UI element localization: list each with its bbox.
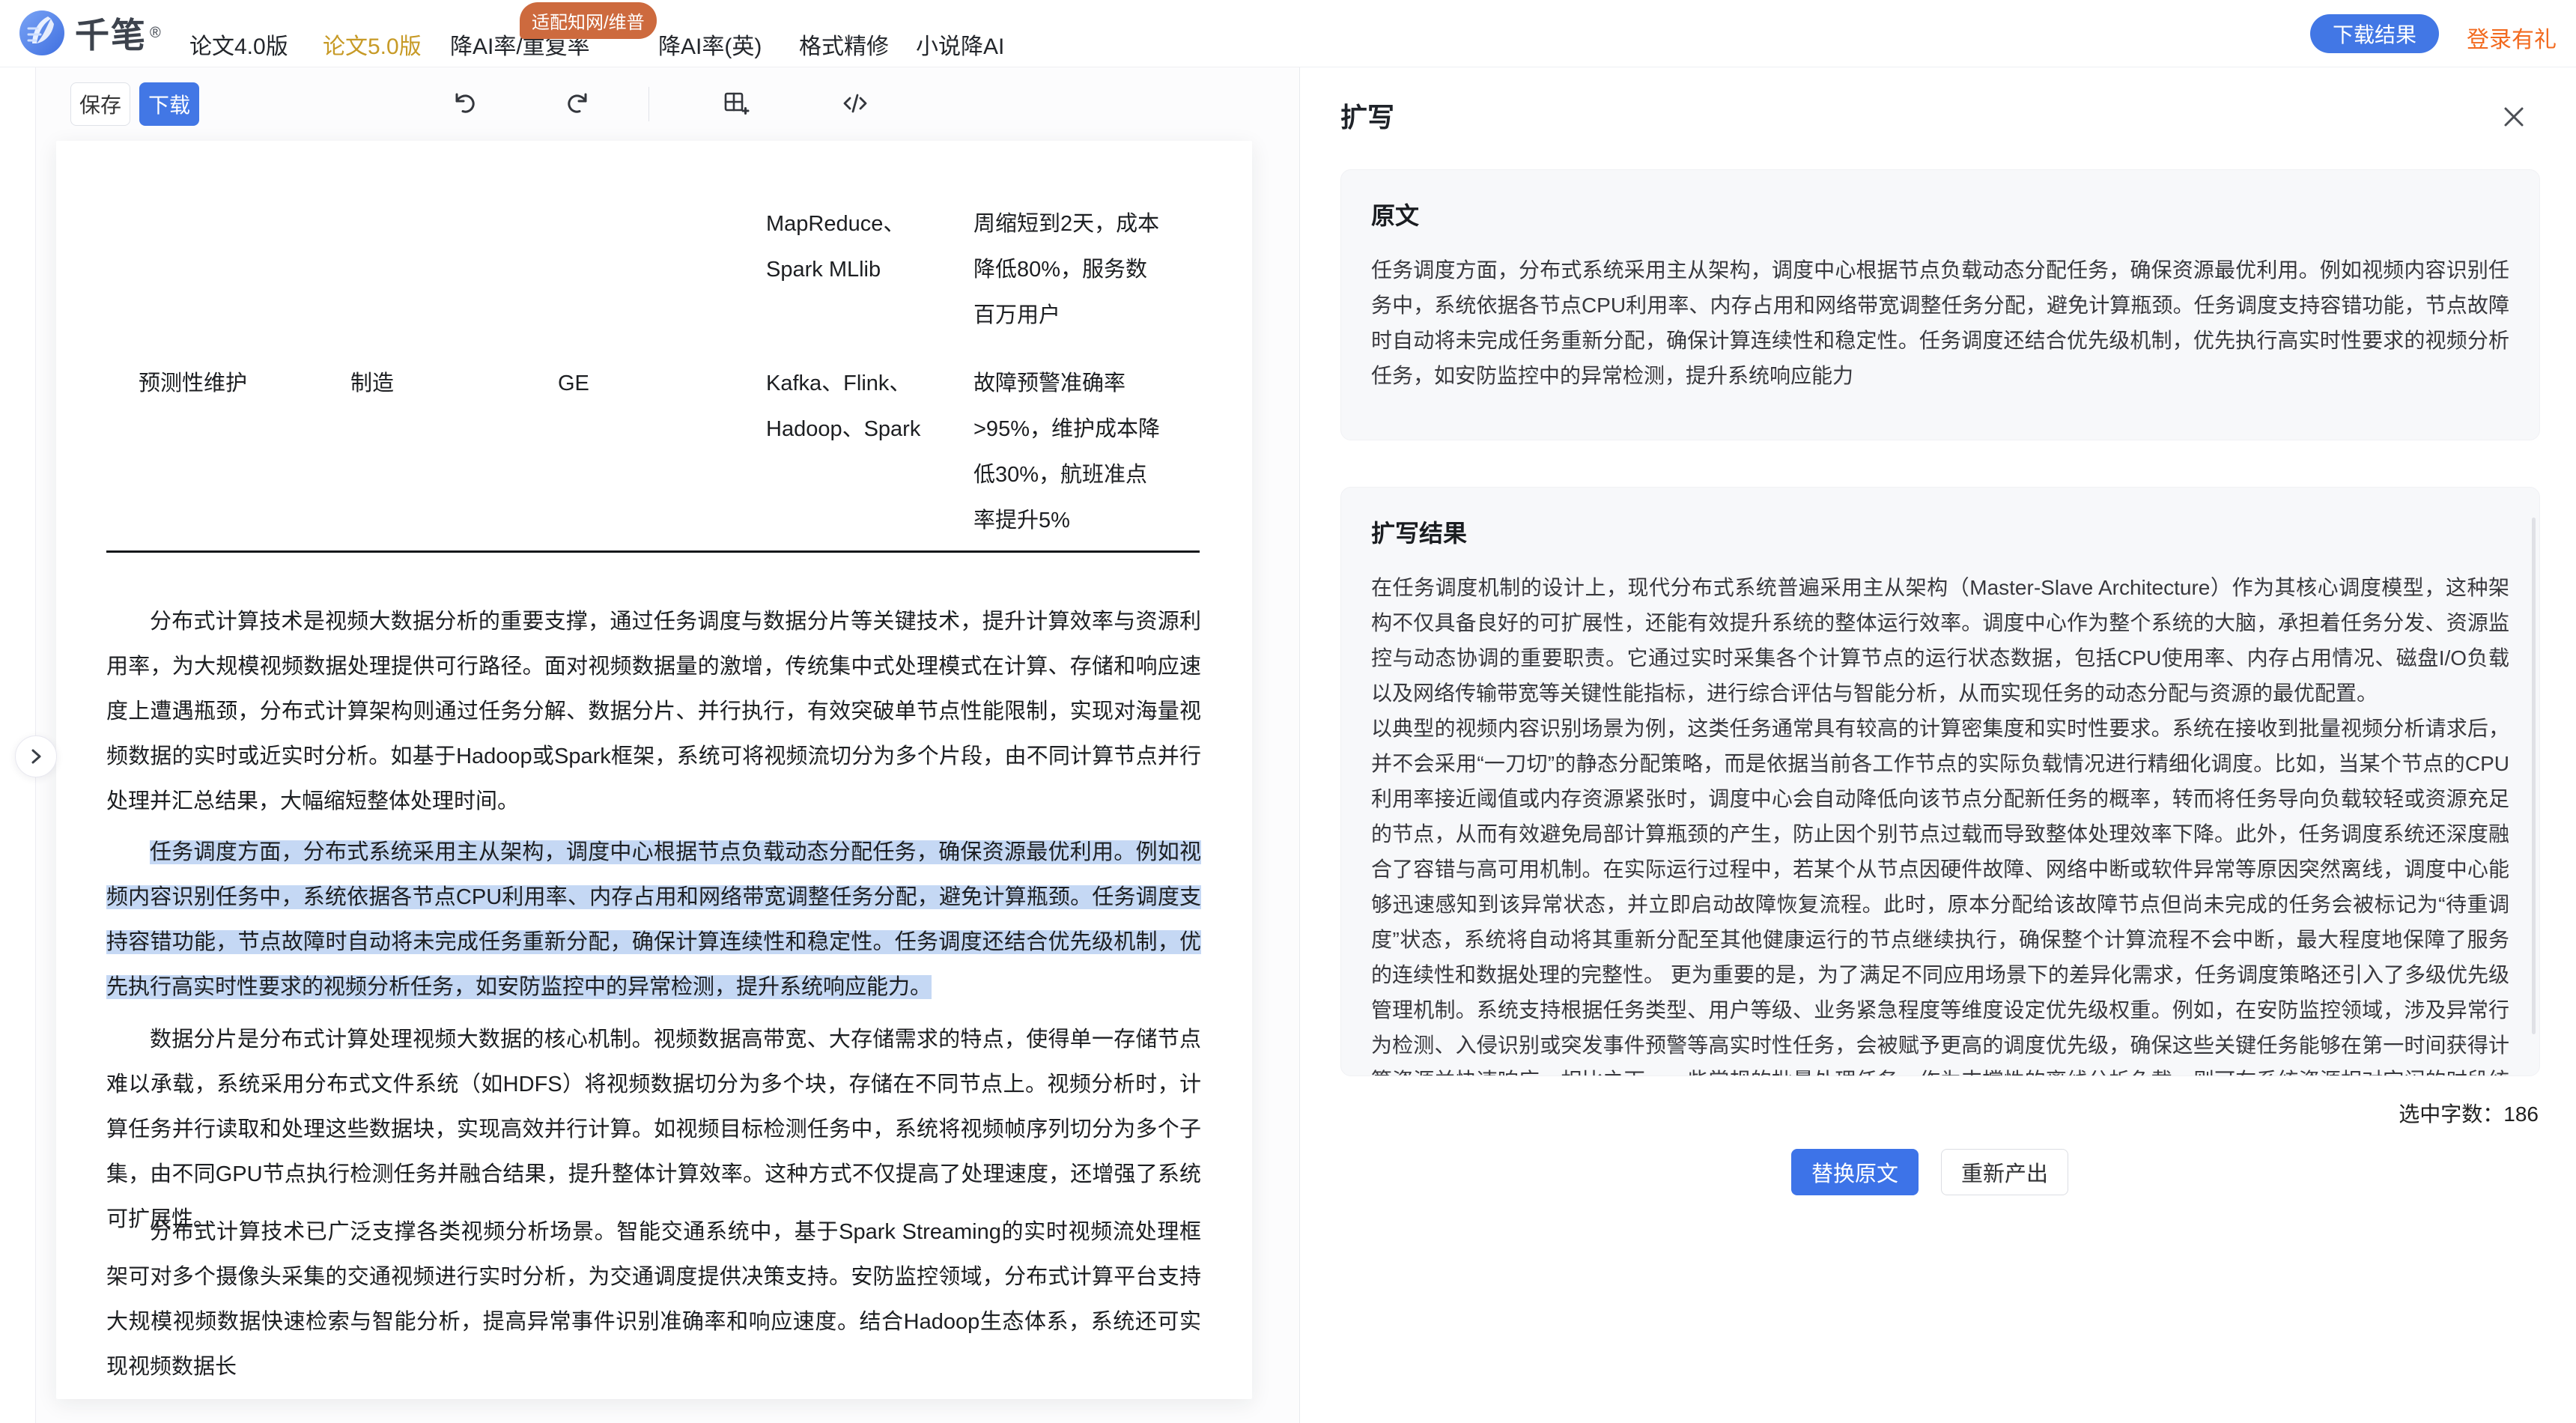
redo-icon bbox=[565, 88, 595, 118]
paragraph[interactable]: 分布式计算技术已广泛支撑各类视频分析场景。智能交通系统中，基于Spark Str… bbox=[106, 1210, 1201, 1389]
paragraph[interactable]: 数据分片是分布式计算处理视频大数据的核心机制。视频数据高带宽、大存储需求的特点，… bbox=[106, 1017, 1201, 1242]
nav-item-paper-4[interactable]: 论文4.0版 bbox=[189, 28, 288, 61]
table-cell[interactable]: GE bbox=[558, 361, 753, 407]
insert-table-button[interactable] bbox=[719, 87, 752, 120]
table-cell[interactable]: MapReduce、 Spark MLlib bbox=[766, 201, 968, 293]
redo-button[interactable] bbox=[563, 87, 596, 120]
replace-original-button[interactable]: 替换原文 bbox=[1791, 1149, 1919, 1195]
cnki-weipu-badge: 适配知网/维普 bbox=[520, 2, 657, 39]
close-icon bbox=[2499, 102, 2529, 132]
undo-icon bbox=[448, 88, 478, 118]
text-selection-highlight: 任务调度方面，分布式系统采用主从架构，调度中心根据节点负载动态分配任务，确保资源… bbox=[106, 840, 1201, 999]
nav-item-format-polish[interactable]: 格式精修 bbox=[799, 28, 889, 61]
char-count-label: 选中字数： bbox=[2399, 1102, 2503, 1126]
expand-writing-panel: 扩写 原文 任务调度方面，分布式系统采用主从架构，调度中心根据节点负载动态分配任… bbox=[1301, 67, 2576, 1423]
selected-char-count: 选中字数：186 bbox=[2399, 1098, 2539, 1128]
original-text-card: 原文 任务调度方面，分布式系统采用主从架构，调度中心根据节点负载动态分配任务，确… bbox=[1340, 169, 2540, 440]
table-cell[interactable]: 制造 bbox=[350, 361, 545, 407]
brand-registered-mark: ® bbox=[150, 25, 161, 42]
nav-item-reduce-ai-english[interactable]: 降AI率(英) bbox=[658, 28, 762, 61]
expand-sidebar-button[interactable] bbox=[15, 735, 57, 777]
code-view-button[interactable] bbox=[839, 87, 872, 120]
table-cell[interactable]: 故障预警准确率 >95%，维护成本降 低30%，航班准点 率提升5% bbox=[973, 361, 1206, 544]
result-scrollbar-thumb[interactable] bbox=[2532, 518, 2536, 1034]
brand-name: 千笔 bbox=[75, 8, 147, 58]
table-cell[interactable]: 周缩短到2天，成本 降低80%，服务数 百万用户 bbox=[973, 201, 1206, 339]
insert-table-icon bbox=[720, 88, 750, 118]
close-panel-button[interactable] bbox=[2497, 100, 2530, 133]
table-cell[interactable]: 预测性维护 bbox=[139, 361, 341, 407]
table-cell[interactable]: Kafka、Flink、 Hadoop、Spark bbox=[766, 361, 968, 452]
table-bottom-rule bbox=[106, 550, 1200, 553]
result-card-title: 扩写结果 bbox=[1371, 515, 2509, 549]
qianbi-logo-icon bbox=[18, 9, 66, 57]
save-button[interactable]: 保存 bbox=[70, 82, 130, 126]
paragraph-selected[interactable]: 任务调度方面，分布式系统采用主从架构，调度中心根据节点负载动态分配任务，确保资源… bbox=[106, 830, 1201, 1010]
undo-button[interactable] bbox=[446, 87, 479, 120]
top-navbar: 千笔 ® 论文4.0版 论文5.0版 降AI率/重复率 降AI率(英) 格式精修… bbox=[0, 0, 2576, 67]
nav-item-novel-ai[interactable]: 小说降AI bbox=[916, 28, 1004, 61]
brand-logo[interactable]: 千笔 ® bbox=[18, 8, 161, 58]
panel-title: 扩写 bbox=[1340, 96, 1394, 135]
char-count-value: 186 bbox=[2503, 1102, 2539, 1126]
nav-item-paper-5-active[interactable]: 论文5.0版 bbox=[323, 28, 422, 61]
paragraph[interactable]: 分布式计算技术是视频大数据分析的重要支撑，通过任务调度与数据分片等关键技术，提升… bbox=[106, 599, 1201, 824]
result-card-body: 在任务调度机制的设计上，现代分布式系统普遍采用主从架构（Master-Slave… bbox=[1371, 570, 2509, 1076]
document-page[interactable]: MapReduce、 Spark MLlib 周缩短到2天，成本 降低80%，服… bbox=[56, 141, 1252, 1399]
result-card: 扩写结果 在任务调度机制的设计上，现代分布式系统普遍采用主从架构（Master-… bbox=[1340, 487, 2540, 1076]
download-results-button[interactable]: 下载结果 bbox=[2310, 14, 2439, 53]
regenerate-button[interactable]: 重新产出 bbox=[1941, 1149, 2068, 1195]
chevron-right-icon bbox=[26, 747, 46, 766]
original-card-title: 原文 bbox=[1371, 197, 2509, 231]
code-icon bbox=[840, 88, 870, 118]
toolbar-divider bbox=[648, 87, 649, 121]
document-editor-area: 保存 下载 MapReduce、 Spark MLlib 周 bbox=[36, 67, 1300, 1423]
download-button[interactable]: 下载 bbox=[139, 82, 199, 126]
original-card-body: 任务调度方面，分布式系统采用主从架构，调度中心根据节点负载动态分配任务，确保资源… bbox=[1371, 252, 2509, 393]
login-gift-link[interactable]: 登录有礼 bbox=[2467, 21, 2557, 54]
